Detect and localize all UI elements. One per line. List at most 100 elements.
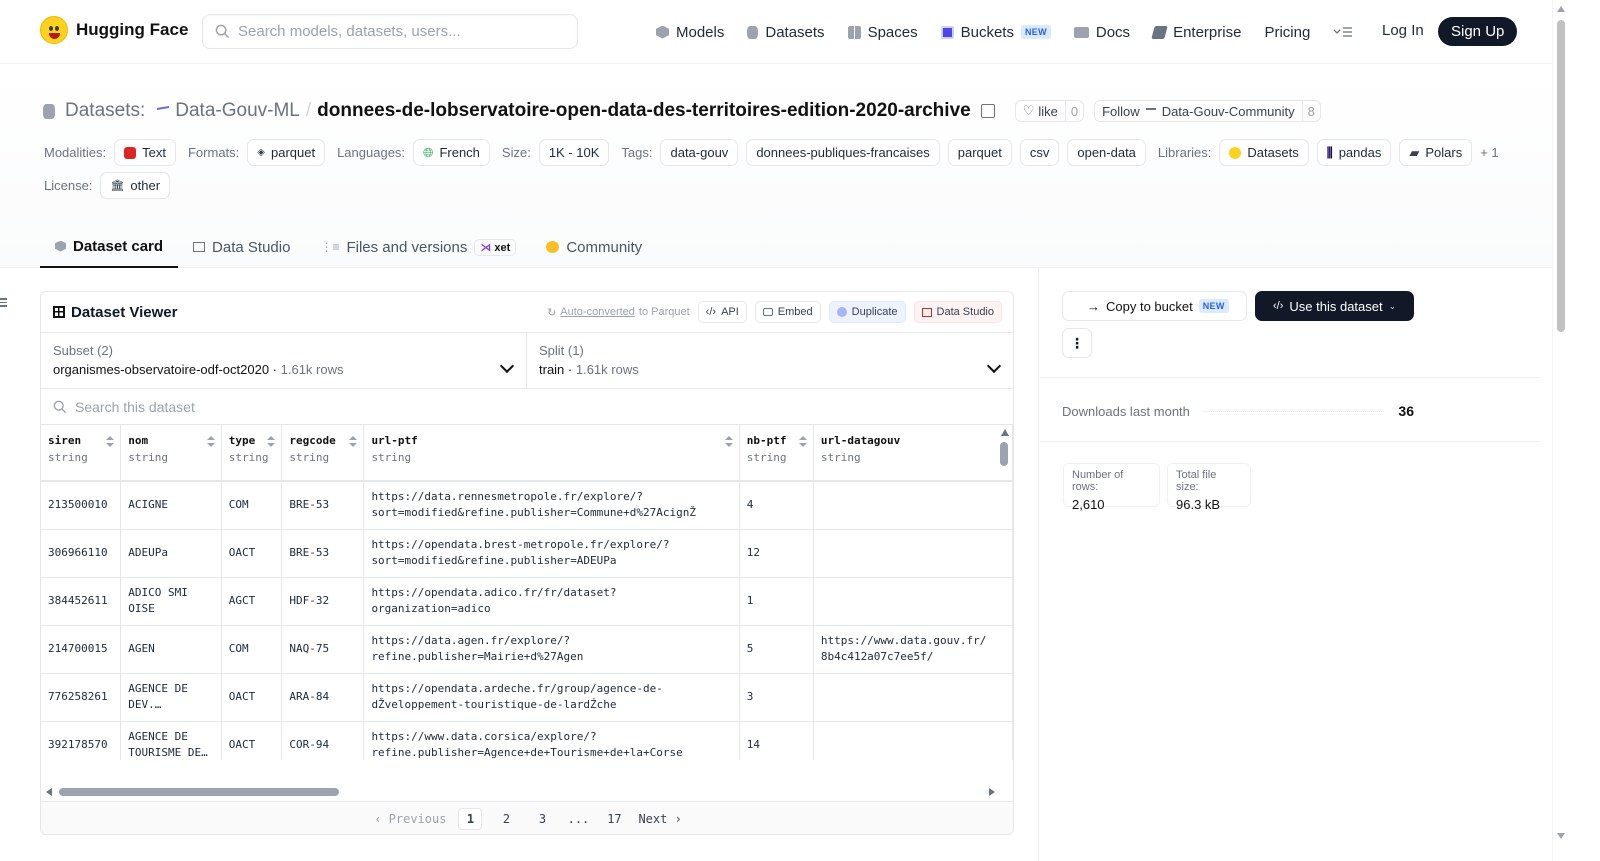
- table-cell[interactable]: OACT: [221, 529, 283, 578]
- table-cell[interactable]: BRE-53: [281, 529, 365, 578]
- table-cell[interactable]: 5: [739, 625, 814, 674]
- sort-icon[interactable]: [206, 436, 215, 447]
- table-cell[interactable]: AGCT: [221, 577, 283, 626]
- dataset-name[interactable]: donnees-de-lobservatoire-open-data-des-t…: [317, 100, 971, 122]
- language-tag[interactable]: 🌐︎ French: [413, 139, 490, 166]
- org-link[interactable]: Data-Gouv-ML: [175, 100, 300, 122]
- modality-tag[interactable]: Text: [114, 139, 176, 166]
- table-cell[interactable]: ADEUPa: [120, 529, 222, 578]
- embed-button[interactable]: Embed: [754, 301, 821, 323]
- page-button[interactable]: 3: [530, 808, 554, 830]
- table-cell[interactable]: 306966110: [41, 529, 122, 578]
- table-cell[interactable]: OACT: [221, 721, 283, 760]
- tab-community[interactable]: Community: [531, 226, 657, 268]
- title-prefix[interactable]: Datasets:: [65, 100, 145, 122]
- previous-page-button[interactable]: ‹ Previous: [374, 812, 446, 826]
- table-cell[interactable]: https://opendata.ardeche.fr/group/agence…: [363, 673, 740, 722]
- brand-logo[interactable]: Hugging Face: [40, 16, 188, 44]
- column-header[interactable]: nom string: [120, 425, 222, 482]
- table-horizontal-scrollbar[interactable]: [45, 787, 995, 797]
- table-cell[interactable]: 4: [739, 480, 814, 530]
- page-button[interactable]: 17: [602, 808, 626, 830]
- tab-dataset-card[interactable]: Dataset card: [40, 226, 179, 268]
- dataset-search[interactable]: [41, 389, 1013, 425]
- table-cell[interactable]: ARA-84: [281, 673, 365, 722]
- nav-models[interactable]: Models: [656, 18, 724, 46]
- more-menu-button[interactable]: [1333, 18, 1353, 46]
- nav-docs[interactable]: Docs: [1073, 18, 1130, 46]
- column-header[interactable]: url-datagouv string: [813, 425, 1013, 482]
- tag-item[interactable]: open-data: [1067, 139, 1146, 166]
- table-cell[interactable]: 392178570: [41, 721, 122, 760]
- copy-to-bucket-button[interactable]: → Copy to bucket NEW: [1062, 291, 1247, 321]
- page-button[interactable]: 1: [458, 807, 483, 830]
- table-cell[interactable]: 776258261: [41, 673, 122, 722]
- sort-icon[interactable]: [798, 436, 807, 447]
- table-cell[interactable]: [813, 529, 1013, 578]
- libraries-more[interactable]: + 1: [1480, 145, 1498, 160]
- table-cell[interactable]: [813, 480, 1013, 530]
- sort-icon[interactable]: [267, 436, 276, 447]
- dataset-search-input[interactable]: [75, 398, 675, 415]
- use-this-dataset-button[interactable]: ‹/› Use this dataset ⌄: [1255, 291, 1414, 321]
- library-tag[interactable]: ⫼ pandas: [1316, 139, 1392, 166]
- tag-item[interactable]: parquet: [947, 139, 1012, 166]
- table-cell[interactable]: BRE-53: [281, 480, 365, 530]
- table-cell[interactable]: https://opendata.adico.fr/fr/dataset? or…: [363, 577, 740, 626]
- nav-spaces[interactable]: Spaces: [847, 18, 918, 46]
- follow-button[interactable]: Follow Data-Gouv-Community 8: [1094, 100, 1321, 122]
- table-cell[interactable]: 12: [739, 529, 814, 578]
- sort-icon[interactable]: [724, 436, 733, 447]
- table-cell[interactable]: HDF-32: [281, 577, 365, 626]
- auto-converted-link[interactable]: Auto-converted: [560, 306, 635, 318]
- table-cell[interactable]: https://data.agen.fr/explore/? refine.pu…: [363, 625, 740, 674]
- column-header[interactable]: url-ptf string: [363, 425, 740, 482]
- size-tag[interactable]: 1K - 10K: [538, 139, 610, 166]
- split-select[interactable]: Split (1) train · 1.61k rows: [527, 333, 1013, 388]
- login-link[interactable]: Log In: [1382, 22, 1424, 39]
- nav-datasets[interactable]: Datasets: [747, 18, 825, 46]
- column-header[interactable]: regcode string: [281, 425, 365, 482]
- column-header[interactable]: nb-ptf string: [739, 425, 814, 482]
- table-cell[interactable]: AGEN: [120, 625, 222, 674]
- table-cell[interactable]: 14: [739, 721, 814, 760]
- copy-icon[interactable]: [980, 104, 995, 118]
- page-scrollbar[interactable]: [1552, 0, 1568, 861]
- nav-pricing[interactable]: Pricing: [1264, 18, 1310, 46]
- nav-buckets[interactable]: Buckets NEW: [940, 18, 1051, 46]
- library-tag[interactable]: ▰ Polars: [1399, 139, 1473, 166]
- format-tag[interactable]: ◈ parquet: [247, 139, 326, 166]
- tag-item[interactable]: donnees-publiques-francaises: [746, 139, 940, 166]
- table-cell[interactable]: COR-94: [281, 721, 365, 760]
- table-cell[interactable]: [813, 577, 1013, 626]
- table-cell[interactable]: 3: [739, 673, 814, 722]
- table-cell[interactable]: https://www.data.gouv.fr/ 8b4c412a07c7ee…: [813, 625, 1013, 674]
- table-cell[interactable]: AGENCE DE DEV.…: [120, 673, 222, 722]
- table-cell[interactable]: [813, 721, 1013, 760]
- tab-files-and-versions[interactable]: ⋮≡ Files and versions ⋊ xet: [305, 226, 531, 268]
- sidebar-toggle-handle[interactable]: [0, 298, 8, 309]
- like-button[interactable]: ♡ like 0: [1014, 100, 1085, 122]
- table-cell[interactable]: AGENCE DE TOURISME DE…: [120, 721, 222, 760]
- table-cell[interactable]: COM: [221, 480, 283, 530]
- license-tag[interactable]: 🏛︎ other: [100, 172, 171, 199]
- tag-item[interactable]: csv: [1019, 139, 1060, 166]
- signup-button[interactable]: Sign Up: [1438, 17, 1518, 46]
- sort-icon[interactable]: [106, 436, 115, 447]
- table-cell[interactable]: https://opendata.brest-metropole.fr/expl…: [363, 529, 740, 578]
- column-header[interactable]: siren string: [41, 425, 122, 482]
- table-cell[interactable]: ADICO SMI OISE: [120, 577, 222, 626]
- data-studio-button[interactable]: Data Studio: [913, 301, 1002, 323]
- subset-select[interactable]: Subset (2) organismes-observatoire-odf-o…: [41, 333, 527, 388]
- table-cell[interactable]: 214700015: [41, 625, 122, 674]
- table-cell[interactable]: ACIGNE: [120, 480, 222, 530]
- nav-enterprise[interactable]: Enterprise: [1151, 18, 1241, 46]
- more-options-button[interactable]: ⋮: [1062, 328, 1092, 358]
- next-page-button[interactable]: Next ›: [638, 812, 681, 826]
- tag-item[interactable]: data-gouv: [660, 139, 739, 166]
- table-cell[interactable]: NAQ-75: [281, 625, 365, 674]
- page-button[interactable]: 2: [494, 808, 518, 830]
- table-cell[interactable]: 384452611: [41, 577, 122, 626]
- duplicate-button[interactable]: Duplicate: [828, 301, 906, 323]
- tab-data-studio[interactable]: Data Studio: [178, 226, 305, 268]
